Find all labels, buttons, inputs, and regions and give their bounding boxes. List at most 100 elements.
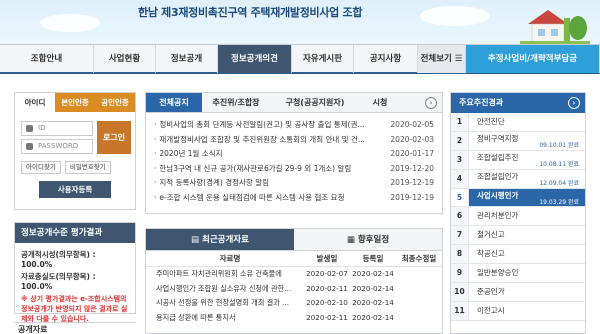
login-tab-certificate[interactable]: 공인인증 bbox=[95, 93, 135, 112]
col-mod: 최종수정일 bbox=[401, 254, 437, 263]
notice-tabs: 전체공지 추진위/조합장 구청(공공지원자) 시청 › bbox=[146, 93, 442, 113]
id-input[interactable]: ID bbox=[21, 121, 93, 136]
cloud-decoration bbox=[420, 6, 490, 26]
row-mod bbox=[396, 282, 442, 297]
notice-date: 2020-02-03 bbox=[390, 134, 434, 144]
house-logo-icon bbox=[520, 10, 590, 44]
lock-icon bbox=[26, 143, 33, 150]
col-reg: 등록일 bbox=[362, 254, 384, 263]
row-name: 주미아파트 자치관리위원회 소유 건축물에 bbox=[156, 269, 282, 278]
step-name: 안전진단 bbox=[477, 117, 505, 126]
step-body: 이전고시 bbox=[469, 302, 585, 320]
step-body: 조합설립추진 10.08.11 완료 bbox=[469, 151, 585, 169]
notice-row[interactable]: 2020년 1월 소식지2020-01-17 bbox=[154, 147, 434, 162]
step-number: 5 bbox=[451, 188, 469, 207]
nav-view-all[interactable]: 전체보기 ☰ bbox=[418, 45, 466, 73]
progress-title: 주요추진경과 bbox=[459, 98, 504, 107]
nav-union-info[interactable]: 조합안내 bbox=[0, 45, 94, 73]
register-button[interactable]: 사용자등록 bbox=[39, 181, 111, 198]
tab-recent-label: 최근공개자료 bbox=[202, 235, 249, 245]
progress-step: 3 조합설립추진 10.08.11 완료 bbox=[451, 150, 585, 170]
nav-free-board[interactable]: 자유게시판 bbox=[292, 45, 354, 73]
site-title[interactable]: 한남 제3재정비촉진구역 주택재개발정비사업 조합 bbox=[138, 4, 362, 20]
document-icon: ▤ bbox=[191, 235, 203, 245]
col-name: 자료명 bbox=[219, 254, 241, 263]
notice-date: 2020-02-05 bbox=[390, 120, 434, 129]
step-body: 조합설립인가 12.09.04 완료 bbox=[469, 170, 585, 188]
row-name: 사업시행인가 조합원 실소유자 신청에 관한... bbox=[156, 283, 292, 293]
progress-step: 4 조합설립인가 12.09.04 완료 bbox=[451, 169, 585, 189]
row-occur: 2020-02-11 bbox=[306, 312, 348, 322]
nav-estimated-cost[interactable]: 추정사업비/개략적부담금 bbox=[466, 45, 600, 73]
login-tabs: 아이디 본인인증 공인인증 bbox=[15, 93, 135, 112]
step-body: 관리처분인가 bbox=[469, 207, 585, 225]
table-row[interactable]: 사업시행인가 조합원 실소유자 신청에 관한... 2020-02-11 2020-… bbox=[146, 282, 442, 297]
step-body: 준공인가 bbox=[469, 283, 585, 301]
step-number: 7 bbox=[451, 226, 469, 245]
row-occur: 2020-02-10 bbox=[306, 298, 348, 307]
password-input[interactable]: PASSWORD bbox=[21, 139, 93, 154]
progress-step: 7 철거신고 bbox=[451, 226, 585, 246]
nav-notices[interactable]: 공지사항 bbox=[354, 45, 418, 73]
step-name: 일반분양승인 bbox=[477, 268, 519, 278]
login-tab-id[interactable]: 아이디 bbox=[15, 93, 55, 112]
find-id-button[interactable]: 아이디찾기 bbox=[21, 161, 61, 174]
step-date: 19.03.29 완료 bbox=[539, 198, 579, 206]
login-tab-identity[interactable]: 본인인증 bbox=[55, 93, 95, 112]
nav-business-status[interactable]: 사업현황 bbox=[94, 45, 156, 73]
tab-district-office[interactable]: 구청(공공지원자) bbox=[270, 93, 360, 112]
step-name: 준공인가 bbox=[477, 287, 505, 297]
row-name: 시공사 선정을 위한 현장설명회 개최 결과 ... bbox=[156, 298, 289, 307]
row-occur: 2020-02-11 bbox=[306, 283, 348, 293]
table-row[interactable]: 용지급 상환에 따른 통지서 2020-02-11 2020-02-14 bbox=[146, 311, 442, 326]
notice-row[interactable]: 재개발정비사업 조합장 및 추진위원장 소통회의 개최 안내 및 건...202… bbox=[154, 133, 434, 148]
progress-step: 11 이전고시 bbox=[451, 301, 585, 321]
step-number: 11 bbox=[451, 301, 469, 320]
step-number: 8 bbox=[451, 245, 469, 264]
notice-row[interactable]: 정비사업의 총회 단계등 사전알림(권고) 및 공사장 출입 통제(권...20… bbox=[154, 118, 434, 133]
col-occur: 발생일 bbox=[316, 254, 338, 263]
progress-header: 주요추진경과 › bbox=[451, 93, 585, 113]
login-fields: ID PASSWORD bbox=[21, 121, 93, 157]
find-password-button[interactable]: 비밀번호찾기 bbox=[64, 161, 111, 174]
tab-committee[interactable]: 추진위/조합장 bbox=[202, 93, 270, 112]
next-circle-icon[interactable]: › bbox=[568, 97, 580, 109]
step-number: 4 bbox=[451, 169, 469, 188]
recent-panel: ▤ 최근공개자료 ▦ 향후일정 자료명 발생일 등록일 최종수정일 주미아파트 … bbox=[145, 228, 443, 334]
progress-step: 8 착공신고 bbox=[451, 245, 585, 265]
step-date: 12.09.04 완료 bbox=[539, 179, 579, 187]
evaluation-panel: 정보공개수준 평가결과 공개적시성(의무항목) : 100.0% 자료충실도(의… bbox=[14, 222, 136, 323]
next-circle-icon[interactable]: › bbox=[425, 97, 437, 109]
progress-step: 9 일반분양승인 bbox=[451, 264, 585, 284]
table-row[interactable]: 시공사 선정을 위한 현장설명회 개최 결과 ... 2020-02-10 2020… bbox=[146, 296, 442, 311]
login-button[interactable]: 로그인 bbox=[97, 121, 131, 154]
calendar-icon: ▦ bbox=[346, 235, 358, 245]
step-date: 09.10.01 완료 bbox=[539, 141, 579, 149]
table-row[interactable]: 주미아파트 자치관리위원회 소유 건축물에 2020-02-07 2020-02-1… bbox=[146, 267, 442, 282]
tab-city-hall[interactable]: 시청 bbox=[360, 93, 400, 112]
row-reg: 2020-02-14 bbox=[352, 283, 394, 293]
main-nav: 조합안내 사업현황 정보공개 정보공개의견 자유게시판 공지사항 전체보기 ☰ … bbox=[0, 44, 600, 74]
notice-date: 2019-12-20 bbox=[390, 163, 434, 173]
progress-step-current: 5 사업시행인가 19.03.29 완료 bbox=[451, 188, 585, 208]
tab-schedule[interactable]: ▦ 향후일정 bbox=[294, 229, 442, 250]
nav-disclosure-opinion[interactable]: 정보공개의견 bbox=[218, 45, 292, 73]
user-icon bbox=[26, 125, 33, 132]
tab-all-notices[interactable]: 전체공지 bbox=[146, 93, 202, 112]
notice-row[interactable]: e-조합 시스템 운용 실태점검에 따른 시스템 사용 협조 요청2019-12… bbox=[154, 191, 434, 206]
progress-panel: 주요추진경과 › 1 안전진단 2 정비구역지정 09.10.01 완료 3 조합설립추… bbox=[450, 92, 586, 334]
step-name: 철거신고 bbox=[477, 230, 505, 240]
step-name: 이전고시 bbox=[477, 305, 505, 315]
notice-row[interactable]: 한남3구역 내 신규 공가(재사관로6가길 29-9 외 1개소) 알림2019… bbox=[154, 162, 434, 177]
notice-title: 재개발정비사업 조합장 및 추진위원장 소통회의 개최 안내 및 건... bbox=[154, 133, 390, 148]
tab-recent-data[interactable]: ▤ 최근공개자료 bbox=[146, 229, 294, 250]
notice-row[interactable]: 지적 등록사항(경계) 경정사항 알림2019-12-19 bbox=[154, 176, 434, 191]
step-name: 관리처분인가 bbox=[477, 211, 519, 221]
find-buttons: 아이디찾기 비밀번호찾기 bbox=[21, 161, 111, 174]
step-number: 2 bbox=[451, 131, 469, 150]
public-data-heading[interactable]: 공개자료 bbox=[14, 322, 136, 334]
step-number: 6 bbox=[451, 207, 469, 226]
row-reg: 2020-02-14 bbox=[352, 298, 394, 307]
nav-info-disclosure[interactable]: 정보공개 bbox=[156, 45, 218, 73]
notice-date: 2020-01-17 bbox=[390, 149, 434, 158]
